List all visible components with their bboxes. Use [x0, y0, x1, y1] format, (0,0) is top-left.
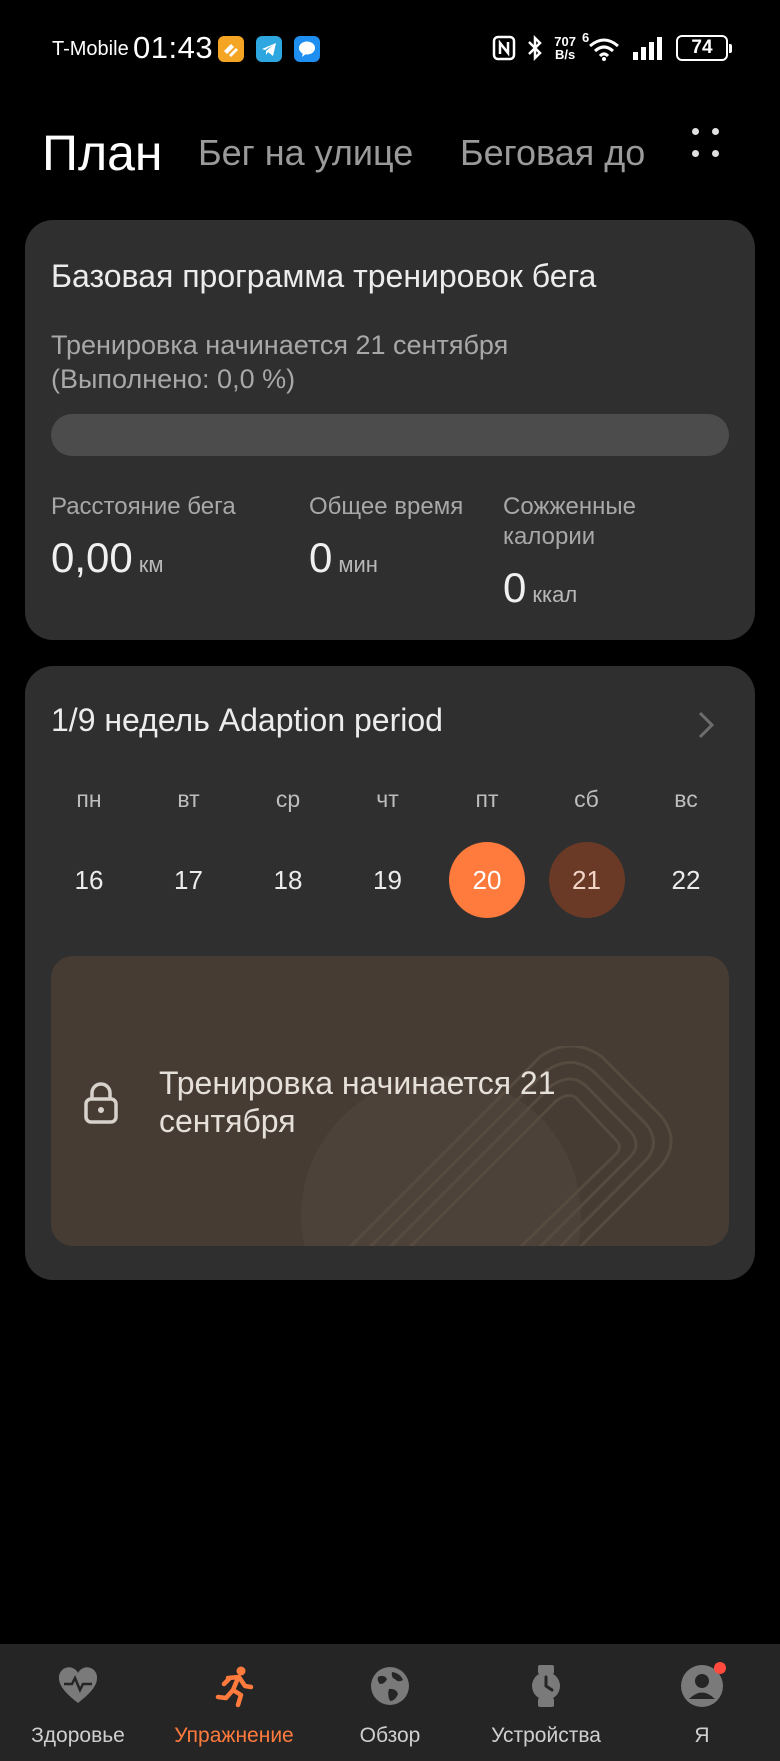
chevron-right-icon[interactable]	[695, 710, 717, 740]
stat-label: Общее время	[309, 493, 464, 520]
plan-progress-bar	[51, 414, 729, 456]
watch-icon	[532, 1665, 560, 1707]
weekday-label: пн	[76, 786, 102, 812]
stat-calories: Сожженные калории 0 ккал	[503, 492, 683, 612]
stat-value: 0 ккал	[503, 564, 683, 612]
network-speed: 707 B/s	[554, 35, 576, 61]
tab-outdoor-run[interactable]: Бег на улице	[198, 118, 413, 188]
carrier-name: T-Mobile	[52, 38, 129, 60]
day-22[interactable]: 22	[648, 842, 724, 918]
nav-exercise[interactable]: Упражнение	[156, 1644, 312, 1761]
plan-title: Базовая программа тренировок бега	[51, 258, 597, 294]
telegram-icon	[256, 36, 282, 62]
day-17[interactable]: 17	[151, 842, 227, 918]
weekday-label: пт	[475, 786, 499, 812]
weekday-label: вт	[177, 786, 200, 812]
top-tabs: План Бег на улице Беговая до	[0, 118, 780, 188]
stat-label: Сожженные калории	[503, 493, 636, 550]
weekday-label: вс	[674, 786, 698, 812]
nav-label: Я	[694, 1724, 710, 1747]
stat-unit: мин	[338, 552, 378, 577]
stat-number: 0	[309, 534, 333, 581]
day-21[interactable]: 21	[548, 842, 625, 918]
bottom-navigation: Здоровье Упражнение Обзор Устройства Я	[0, 1644, 780, 1761]
stat-unit: ккал	[532, 582, 578, 607]
status-bar: T-Mobile 01:43 707 B/s 6 74	[0, 0, 780, 96]
stat-unit: км	[138, 552, 164, 577]
battery-level: 74	[691, 37, 713, 58]
day-18[interactable]: 18	[250, 842, 326, 918]
stat-label: Расстояние бега	[51, 493, 236, 520]
nav-devices[interactable]: Устройства	[468, 1644, 624, 1761]
nav-label: Устройства	[491, 1724, 601, 1747]
nav-label: Упражнение	[174, 1724, 294, 1747]
heart-pulse-icon	[58, 1667, 98, 1703]
weekday-label: чт	[376, 786, 399, 812]
tab-plan[interactable]: План	[42, 118, 163, 188]
nav-discover[interactable]: Обзор	[312, 1644, 468, 1761]
network-speed-unit: B/s	[555, 47, 576, 62]
nav-me[interactable]: Я	[624, 1644, 780, 1761]
globe-icon	[371, 1667, 409, 1705]
lock-icon	[84, 1082, 118, 1124]
day-20[interactable]: 20	[449, 842, 525, 918]
stat-distance: Расстояние бега 0,00 км	[51, 492, 236, 582]
weekday-label: сб	[574, 786, 599, 812]
stat-number: 0,00	[51, 534, 133, 581]
week-title[interactable]: 1/9 недель Adaption period	[51, 702, 443, 739]
bluetooth-icon	[528, 34, 543, 62]
more-options-icon[interactable]	[686, 124, 726, 164]
tab-treadmill[interactable]: Беговая до	[460, 118, 645, 188]
stat-total-time: Общее время 0 мин	[309, 492, 463, 582]
honey-app-icon	[218, 36, 244, 62]
stat-value: 0 мин	[309, 534, 463, 582]
signal-icon	[633, 37, 662, 60]
running-person-icon	[215, 1666, 254, 1708]
day-16[interactable]: 16	[51, 842, 127, 918]
stat-value: 0,00 км	[51, 534, 236, 582]
nav-label: Обзор	[359, 1724, 421, 1747]
wifi-badge: 6	[582, 30, 590, 45]
day-19[interactable]: 19	[350, 842, 426, 918]
battery-icon: 74	[676, 35, 732, 61]
stat-number: 0	[503, 564, 527, 611]
clock: 01:43	[133, 30, 214, 65]
plan-card[interactable]: Базовая программа тренировок бега Тренир…	[25, 220, 755, 640]
wifi-icon: 6	[582, 30, 622, 62]
plan-subtitle: Тренировка начинается 21 сентября (Выпол…	[51, 330, 509, 394]
week-card: 1/9 недель Adaption period пн 16 вт 17 ср 18 ч…	[25, 666, 755, 1280]
notification-dot	[714, 1662, 726, 1674]
nfc-icon	[493, 35, 516, 61]
lock-message: Тренировка начинается 21 сентября	[159, 1065, 556, 1139]
messages-icon	[294, 36, 320, 62]
weekday-label: ср	[275, 786, 301, 812]
nav-label: Здоровье	[31, 1724, 125, 1747]
nav-health[interactable]: Здоровье	[0, 1644, 156, 1761]
locked-training-panel: Тренировка начинается 21 сентября	[51, 956, 729, 1246]
